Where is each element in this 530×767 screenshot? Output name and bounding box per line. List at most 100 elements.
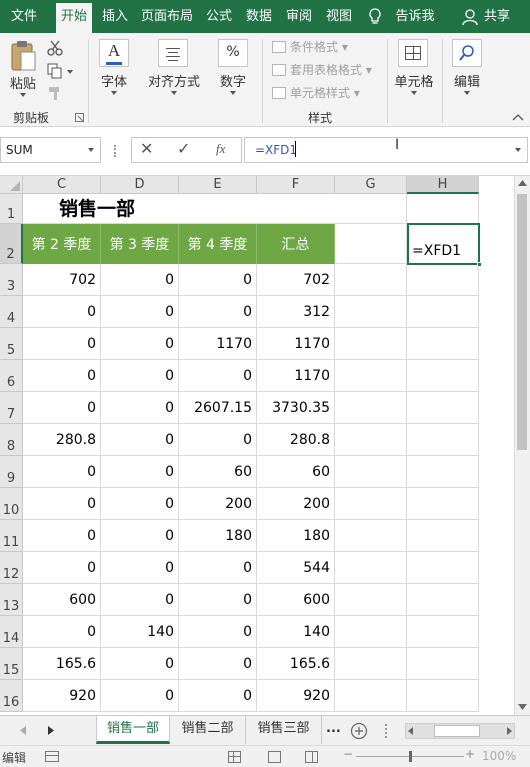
row-header-6[interactable]: 6 [0, 360, 23, 392]
format-painter-icon[interactable] [47, 85, 63, 101]
sheet-tab-2[interactable]: 销售二部 [170, 716, 246, 744]
horizontal-scroll-thumb[interactable] [434, 725, 480, 737]
grid-cell[interactable] [407, 296, 479, 328]
table-cell[interactable]: 200 [257, 488, 335, 520]
grid-cell[interactable] [179, 194, 257, 224]
table-cell[interactable]: 0 [101, 552, 179, 584]
select-all-corner[interactable] [0, 176, 23, 194]
dialog-launcher-icon[interactable] [75, 113, 85, 123]
grid-cell[interactable] [407, 520, 479, 552]
table-cell[interactable]: 0 [101, 680, 179, 712]
table-cell[interactable]: 0 [101, 296, 179, 328]
table-cell[interactable]: 0 [23, 456, 101, 488]
grid-cell[interactable] [335, 584, 407, 616]
column-header-e[interactable]: E [179, 176, 257, 194]
table-cell[interactable]: 0 [23, 296, 101, 328]
column-header-f[interactable]: F [257, 176, 335, 194]
number-dropdown-icon[interactable] [230, 91, 236, 95]
normal-view-icon[interactable] [228, 751, 241, 763]
tab-split-grip[interactable] [385, 724, 387, 738]
grid-cell[interactable] [257, 194, 335, 224]
table-cell[interactable]: 3730.35 [257, 392, 335, 424]
add-sheet-icon[interactable] [350, 722, 368, 740]
row-header-4[interactable]: 4 [0, 296, 23, 328]
table-cell[interactable]: 140 [257, 616, 335, 648]
table-cell[interactable]: 0 [101, 456, 179, 488]
table-cell[interactable]: 0 [179, 264, 257, 296]
expand-formula-bar-icon[interactable] [515, 148, 521, 152]
table-cell[interactable]: 0 [179, 584, 257, 616]
tab-data[interactable]: 数据 [242, 0, 276, 33]
page-layout-view-icon[interactable] [268, 751, 281, 763]
editing-dropdown-icon[interactable] [464, 91, 470, 95]
row-header-10[interactable]: 10 [0, 488, 23, 520]
alignment-button[interactable]: 对齐方式 [146, 71, 202, 90]
row-header-3[interactable]: 3 [0, 264, 23, 296]
grid-cell[interactable] [335, 264, 407, 296]
grid-cell[interactable] [407, 264, 479, 296]
vertical-scrollbar[interactable] [514, 176, 530, 715]
grid-cell[interactable] [335, 392, 407, 424]
fill-handle[interactable] [477, 262, 482, 267]
row-header-2[interactable]: 2 [0, 224, 23, 264]
grid-cell[interactable] [407, 584, 479, 616]
tab-home[interactable]: 开始 [56, 3, 92, 33]
prev-sheet-icon[interactable] [20, 726, 26, 735]
zoom-out-button[interactable]: − [343, 747, 353, 761]
table-cell[interactable]: 0 [101, 360, 179, 392]
row-header-8[interactable]: 8 [0, 424, 23, 456]
cells-dropdown-icon[interactable] [411, 91, 417, 95]
table-cell[interactable]: 0 [179, 648, 257, 680]
table-cell[interactable]: 0 [101, 328, 179, 360]
table-cell[interactable]: 702 [23, 264, 101, 296]
sheet-tab-3[interactable]: 销售三部 [246, 716, 322, 744]
grid-cell[interactable] [407, 328, 479, 360]
grid-cell[interactable] [407, 488, 479, 520]
grid-cell[interactable] [407, 648, 479, 680]
table-cell[interactable]: 0 [101, 392, 179, 424]
table-cell[interactable]: 165.6 [23, 648, 101, 680]
scroll-down-icon[interactable] [518, 704, 527, 710]
formula-input[interactable]: =XFD1 [244, 137, 528, 163]
copy-icon[interactable] [47, 63, 63, 79]
tab-page-layout[interactable]: 页面布局 [138, 0, 196, 33]
name-box-dropdown-icon[interactable] [88, 148, 94, 152]
table-cell[interactable]: 0 [179, 296, 257, 328]
table-cell[interactable]: 1170 [179, 328, 257, 360]
grid-cell[interactable] [335, 488, 407, 520]
copy-dropdown-icon[interactable] [67, 70, 73, 74]
font-button[interactable]: 字体 [97, 71, 131, 90]
column-header-c[interactable]: C [23, 176, 101, 194]
table-cell[interactable]: 702 [257, 264, 335, 296]
share-button[interactable]: 共享 [482, 0, 512, 33]
row-header-9[interactable]: 9 [0, 456, 23, 488]
grid-cell[interactable] [335, 328, 407, 360]
tab-file[interactable]: 文件 [2, 0, 46, 33]
paste-button[interactable]: 粘贴 [8, 73, 38, 92]
cancel-button[interactable]: ✕ [140, 139, 153, 158]
table-cell[interactable]: 0 [101, 488, 179, 520]
row-header-1[interactable]: 1 [0, 194, 23, 224]
conditional-formatting-button[interactable]: 条件格式 ▾ [272, 38, 348, 56]
grid-cell[interactable] [335, 194, 407, 224]
table-cell[interactable]: 60 [179, 456, 257, 488]
next-sheet-icon[interactable] [48, 726, 54, 735]
grid-cell[interactable] [407, 456, 479, 488]
tab-view[interactable]: 视图 [322, 0, 356, 33]
number-button[interactable]: 数字 [216, 71, 250, 90]
enter-button[interactable]: ✓ [177, 139, 190, 158]
row-header-7[interactable]: 7 [0, 392, 23, 424]
row-header-11[interactable]: 11 [0, 520, 23, 552]
table-cell[interactable]: 0 [101, 264, 179, 296]
table-cell[interactable]: 0 [179, 616, 257, 648]
table-cell[interactable]: 0 [179, 552, 257, 584]
grid-cell[interactable] [407, 616, 479, 648]
collapse-ribbon-icon[interactable] [512, 113, 524, 121]
table-cell[interactable]: 0 [179, 424, 257, 456]
table-cell[interactable]: 0 [23, 360, 101, 392]
row-header-12[interactable]: 12 [0, 552, 23, 584]
row-header-15[interactable]: 15 [0, 648, 23, 680]
table-cell[interactable]: 1170 [257, 328, 335, 360]
table-cell[interactable]: 140 [101, 616, 179, 648]
table-cell[interactable]: 600 [23, 584, 101, 616]
